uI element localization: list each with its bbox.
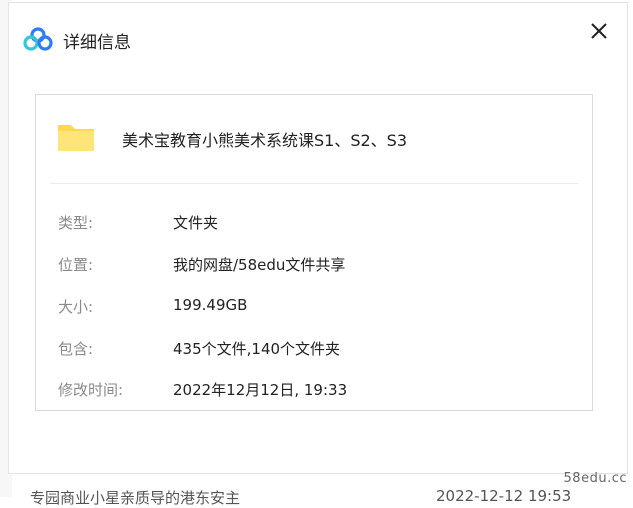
row-size: 大小: 199.49GB xyxy=(58,296,582,320)
details-dialog: 详细信息 美术宝教育小熊美术系统课S1、S2、S3 类型: 文件夹 位置: 我的… xyxy=(8,2,628,474)
background-file-name[interactable]: 专园商业小星亲质导的港东安主 xyxy=(30,487,240,508)
row-label: 大小: xyxy=(58,298,94,316)
row-modified: 修改时间: 2022年12月12日, 19:33 xyxy=(58,379,582,403)
file-name: 美术宝教育小熊美术系统课S1、S2、S3 xyxy=(122,131,408,150)
divider xyxy=(50,183,578,184)
row-value: 199.49GB xyxy=(173,296,248,314)
row-value: 文件夹 xyxy=(173,214,219,232)
row-location: 位置: 我的网盘/58edu文件共享 xyxy=(58,254,582,278)
row-label: 包含: xyxy=(58,340,94,358)
background-file-date: 2022-12-12 19:53 xyxy=(436,487,572,505)
row-contains: 包含: 435个文件,140个文件夹 xyxy=(58,338,582,362)
row-value: 我的网盘/58edu文件共享 xyxy=(173,256,346,274)
row-value: 435个文件,140个文件夹 xyxy=(173,340,341,358)
details-panel: 美术宝教育小熊美术系统课S1、S2、S3 类型: 文件夹 位置: 我的网盘/58… xyxy=(35,94,593,411)
row-type: 类型: 文件夹 xyxy=(58,212,582,236)
close-icon[interactable] xyxy=(587,19,611,43)
watermark: 58edu.cc xyxy=(563,471,627,486)
row-label: 修改时间: xyxy=(58,381,124,399)
dialog-title: 详细信息 xyxy=(63,33,131,53)
row-label: 类型: xyxy=(58,214,94,232)
baidu-netdisk-logo-icon xyxy=(23,27,53,51)
dialog-titlebar: 详细信息 xyxy=(9,3,627,65)
row-value: 2022年12月12日, 19:33 xyxy=(173,381,348,399)
folder-icon xyxy=(58,125,94,151)
row-label: 位置: xyxy=(58,256,94,274)
